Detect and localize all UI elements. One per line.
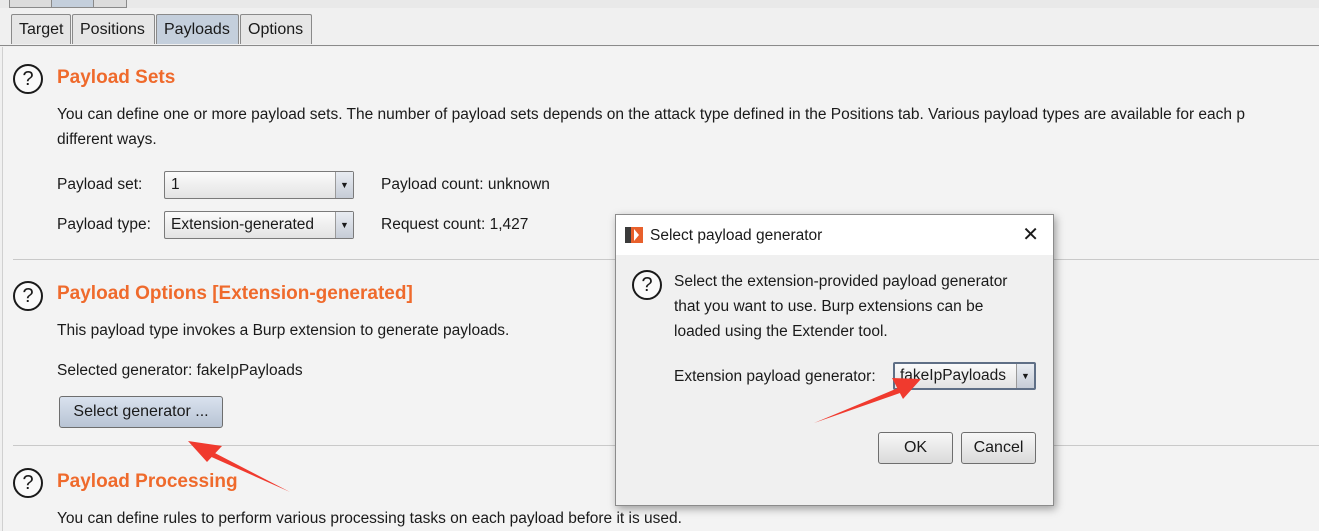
select-payload-generator-dialog: Select payload generator ✕ ? Select the … (615, 214, 1054, 506)
tab-target[interactable]: Target (11, 14, 71, 44)
tab-divider (0, 45, 1319, 46)
upper-tab-stub[interactable] (9, 0, 53, 8)
generator-label: Extension payload generator: (674, 368, 876, 385)
upper-tab-stub-active[interactable] (51, 0, 95, 8)
dialog-message-cont: that you want to use. Burp extensions ca… (674, 298, 984, 315)
dialog-titlebar[interactable]: Select payload generator ✕ (616, 215, 1053, 255)
generator-select[interactable]: fakeIpPayloads ▼ (893, 362, 1036, 390)
payload-type-select[interactable]: Extension-generated ▼ (164, 211, 354, 239)
dialog-message-cont: loaded using the Extender tool. (674, 323, 888, 340)
request-count: Request count: 1,427 (381, 216, 529, 233)
dialog-title: Select payload generator (650, 227, 823, 244)
payload-processing-title: Payload Processing (57, 471, 238, 492)
generator-value: fakeIpPayloads (900, 367, 1006, 384)
help-icon[interactable]: ? (13, 468, 43, 498)
help-icon[interactable]: ? (13, 281, 43, 311)
close-icon[interactable]: ✕ (1022, 223, 1039, 247)
chevron-down-icon: ▼ (1016, 364, 1034, 388)
payload-processing-description: You can define rules to perform various … (57, 510, 682, 527)
payload-options-title: Payload Options [Extension-generated] (57, 283, 413, 304)
payload-set-select[interactable]: 1 ▼ (164, 171, 354, 199)
upper-tab-stub[interactable] (93, 0, 127, 8)
select-generator-button[interactable]: Select generator ... (59, 396, 223, 428)
chevron-down-icon: ▼ (335, 212, 353, 238)
ok-button[interactable]: OK (878, 432, 953, 464)
selected-generator-text: Selected generator: fakeIpPayloads (57, 362, 303, 379)
tab-options[interactable]: Options (240, 14, 312, 44)
payload-set-label: Payload set: (57, 176, 143, 193)
payload-count: Payload count: unknown (381, 176, 550, 193)
chevron-down-icon: ▼ (335, 172, 353, 198)
tab-bar: Target Positions Payloads Options (0, 8, 1319, 46)
payload-type-label: Payload type: (57, 216, 151, 233)
dialog-message: Select the extension-provided payload ge… (674, 273, 1008, 290)
payload-sets-description-cont: different ways. (57, 131, 157, 148)
help-icon[interactable]: ? (13, 64, 43, 94)
payload-type-value: Extension-generated (171, 216, 315, 233)
payload-set-value: 1 (171, 176, 180, 193)
help-icon[interactable]: ? (632, 270, 662, 300)
payload-options-description: This payload type invokes a Burp extensi… (57, 322, 510, 339)
tab-payloads[interactable]: Payloads (156, 14, 239, 44)
tab-positions[interactable]: Positions (72, 14, 155, 44)
payload-sets-title: Payload Sets (57, 67, 176, 88)
payload-sets-description: You can define one or more payload sets.… (57, 106, 1245, 123)
cancel-button[interactable]: Cancel (961, 432, 1036, 464)
burp-logo-icon (625, 227, 643, 243)
